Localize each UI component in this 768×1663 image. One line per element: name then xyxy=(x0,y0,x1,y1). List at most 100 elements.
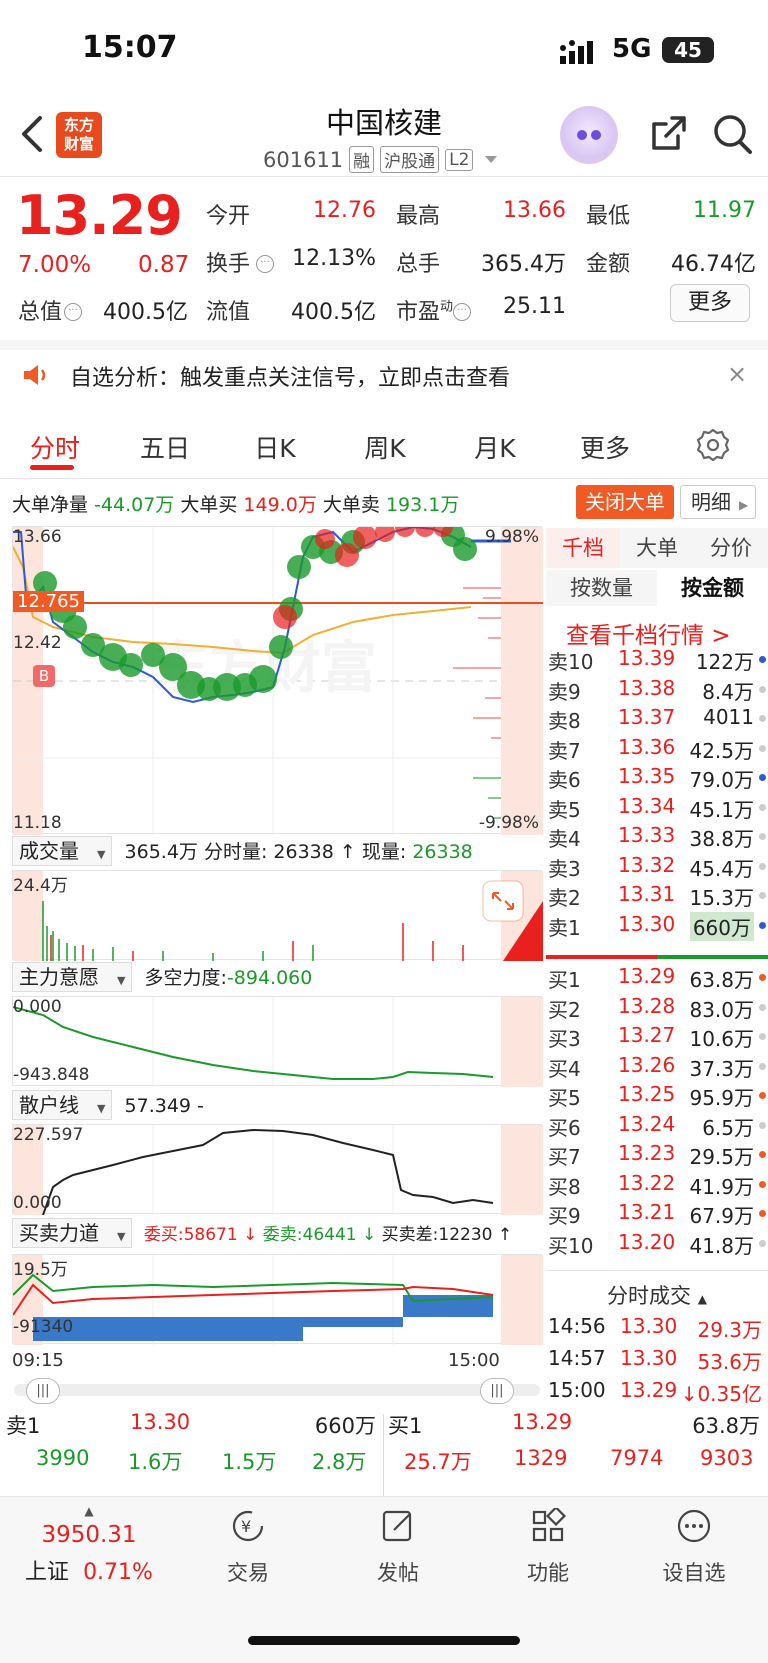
bid-row[interactable]: 买3 13.27 10.6万 xyxy=(546,1023,768,1053)
notice-text[interactable]: 自选分析：触发重点关注信号，立即点击查看 xyxy=(70,360,510,392)
bid-dot-icon xyxy=(759,1151,766,1158)
ask-row[interactable]: 卖1 13.30 660万 xyxy=(546,911,768,942)
bid-price: 13.27 xyxy=(618,1023,676,1047)
bid-level-label: 买6 xyxy=(548,1115,581,1140)
force-axis-bottom: -91340 xyxy=(13,1317,74,1337)
ask-price: 13.30 xyxy=(618,911,676,936)
share-icon[interactable] xyxy=(648,114,688,154)
bid-level-label: 买3 xyxy=(548,1027,581,1051)
tab-five-day[interactable]: 五日 xyxy=(110,429,220,465)
volume-chart[interactable]: 24.4万 xyxy=(12,870,543,961)
main-force-chart[interactable]: 0.000 -943.848 xyxy=(12,996,543,1087)
bid-level-label: 买7 xyxy=(548,1145,581,1169)
bid-row[interactable]: 买2 13.28 83.0万 xyxy=(546,994,768,1024)
bid-row[interactable]: 买8 13.22 41.9万 xyxy=(546,1171,768,1201)
volume-chart-svg xyxy=(13,871,543,961)
tab-intraday[interactable]: 分时 xyxy=(0,429,110,465)
bid-volume: 41.9万 xyxy=(689,1174,754,1199)
ask-row[interactable]: 卖4 13.33 38.8万 xyxy=(546,823,768,853)
post-button[interactable]: 发帖 xyxy=(338,1508,458,1587)
trade-row: 14:57 13.30 53.6万 xyxy=(546,1346,768,1378)
stock-code: 601611 xyxy=(263,147,344,172)
bid-volume: 6.5万 xyxy=(702,1115,754,1140)
stock-code-row[interactable]: 601611 融 沪股通 L2 xyxy=(263,146,498,173)
assistant-robot-icon[interactable] xyxy=(560,106,618,164)
bid-row[interactable]: 买4 13.26 37.3万 xyxy=(546,1053,768,1083)
main-force-selector[interactable]: 主力意愿 ▼ xyxy=(12,962,133,992)
bid-level-label: 买8 xyxy=(548,1174,581,1199)
force-selector[interactable]: 买卖力道 ▼ xyxy=(12,1218,133,1248)
open-label: 今开 xyxy=(206,204,251,229)
bottom-left-val-4: 2.8万 xyxy=(312,1450,367,1474)
bid-volume: 95.9万 xyxy=(689,1086,754,1110)
tab-weekly-k[interactable]: 周K xyxy=(330,429,440,465)
ask-price: 13.35 xyxy=(618,764,676,788)
retail-chart[interactable]: 227.597 0.000 xyxy=(12,1124,543,1216)
high-label: 最高 xyxy=(396,204,441,229)
volume-selector[interactable]: 成交量 ▼ xyxy=(12,836,113,866)
ask-row[interactable]: 卖3 13.32 45.4万 xyxy=(546,853,768,883)
detail-button[interactable]: 明细 ▶ xyxy=(680,485,756,519)
force-chart[interactable]: 19.5万 -91340 xyxy=(12,1254,543,1345)
bid-row[interactable]: 买6 13.24 6.5万 xyxy=(546,1112,768,1142)
bid-row[interactable]: 买1 13.29 63.8万 xyxy=(546,964,768,994)
function-button[interactable]: 功能 xyxy=(488,1505,608,1587)
ask-row[interactable]: 卖6 13.35 79.0万 xyxy=(546,764,768,794)
bid-level-label: 买10 xyxy=(548,1233,594,1258)
main-force-chart-svg xyxy=(12,997,543,1087)
tab-by-amount[interactable]: 按金额 xyxy=(657,570,768,606)
edit-icon xyxy=(382,1510,412,1542)
slider-handle-left[interactable]: ||| xyxy=(26,1378,60,1404)
tab-by-quantity[interactable]: 按数量 xyxy=(546,570,657,606)
more-button[interactable]: 更多 xyxy=(670,284,750,322)
time-slider-track[interactable] xyxy=(14,1384,540,1396)
buy-marker[interactable]: B xyxy=(33,665,55,687)
trade-price: 13.30 xyxy=(620,1346,678,1370)
ask-row[interactable]: 卖7 13.36 42.5万 xyxy=(546,735,768,765)
tab-daily-k[interactable]: 日K xyxy=(220,429,330,465)
trade-button[interactable]: ¥ 交易 xyxy=(188,1508,308,1587)
tab-more[interactable]: 更多 xyxy=(550,429,660,465)
tab-thousand-levels[interactable]: 千档 xyxy=(546,528,620,568)
time-end: 15:00 xyxy=(448,1350,500,1371)
tag-level2: L2 xyxy=(445,148,474,171)
intraday-chart[interactable]: 东方财富 13.66 9.98% 12.765 12.42 xyxy=(12,526,543,835)
tab-price-split[interactable]: 分价 xyxy=(694,528,768,568)
bid-row[interactable]: 买9 13.21 67.9万 xyxy=(546,1200,768,1230)
tab-monthly-k[interactable]: 月K xyxy=(440,429,550,465)
chart-high-label: 13.66 xyxy=(13,527,62,547)
bid-dot-icon xyxy=(759,1239,766,1247)
trades-title[interactable]: 分时成交 ▲ xyxy=(546,1280,768,1310)
slider-handle-right[interactable]: ||| xyxy=(480,1378,514,1404)
ask-row[interactable]: 卖9 13.38 8.4万 xyxy=(546,676,768,706)
ask-volume: 79.0万 xyxy=(689,768,754,792)
trade-time: 14:57 xyxy=(548,1346,606,1370)
tag-connect: 沪股通 xyxy=(380,146,440,173)
view-levels-link[interactable]: 查看千档行情 > xyxy=(566,616,731,650)
trade-time: 14:56 xyxy=(548,1314,606,1338)
close-big-order-button[interactable]: 关闭大单 xyxy=(576,485,674,519)
ask-row[interactable]: 卖5 13.34 45.1万 xyxy=(546,794,768,824)
gear-icon[interactable] xyxy=(696,428,730,462)
ask-row[interactable]: 卖10 13.39 122万 xyxy=(546,646,768,676)
change-amount: 0.87 xyxy=(138,252,190,278)
search-icon[interactable] xyxy=(712,112,754,156)
retail-selector[interactable]: 散户线 ▼ xyxy=(12,1090,113,1120)
bid-row[interactable]: 买10 13.20 41.8万 xyxy=(546,1230,768,1260)
trade-volume: 53.6万 xyxy=(697,1350,762,1374)
ask-level-label: 卖3 xyxy=(548,856,581,881)
main-force-header: 主力意愿 ▼ 多空力度:-894.060 xyxy=(12,962,312,994)
index-ticker[interactable]: ▲ 3950.31 上证 0.71% xyxy=(0,1504,178,1586)
ask-row[interactable]: 卖2 13.31 15.3万 xyxy=(546,882,768,912)
bid-price: 13.24 xyxy=(618,1111,676,1136)
bid-row[interactable]: 买7 13.23 29.5万 xyxy=(546,1141,768,1171)
force-axis-top: 19.5万 xyxy=(13,1260,68,1280)
tab-big-order[interactable]: 大单 xyxy=(620,528,694,568)
trade-price: 13.29 xyxy=(620,1378,678,1402)
ask-row[interactable]: 卖8 13.37 4011 xyxy=(546,705,768,735)
close-icon[interactable]: × xyxy=(727,360,747,388)
bid-row[interactable]: 买5 13.25 95.9万 xyxy=(546,1082,768,1112)
add-watchlist-button[interactable]: 设自选 xyxy=(634,1508,754,1587)
trade-icon: ¥ xyxy=(232,1510,264,1542)
force-chart-svg xyxy=(12,1255,543,1345)
